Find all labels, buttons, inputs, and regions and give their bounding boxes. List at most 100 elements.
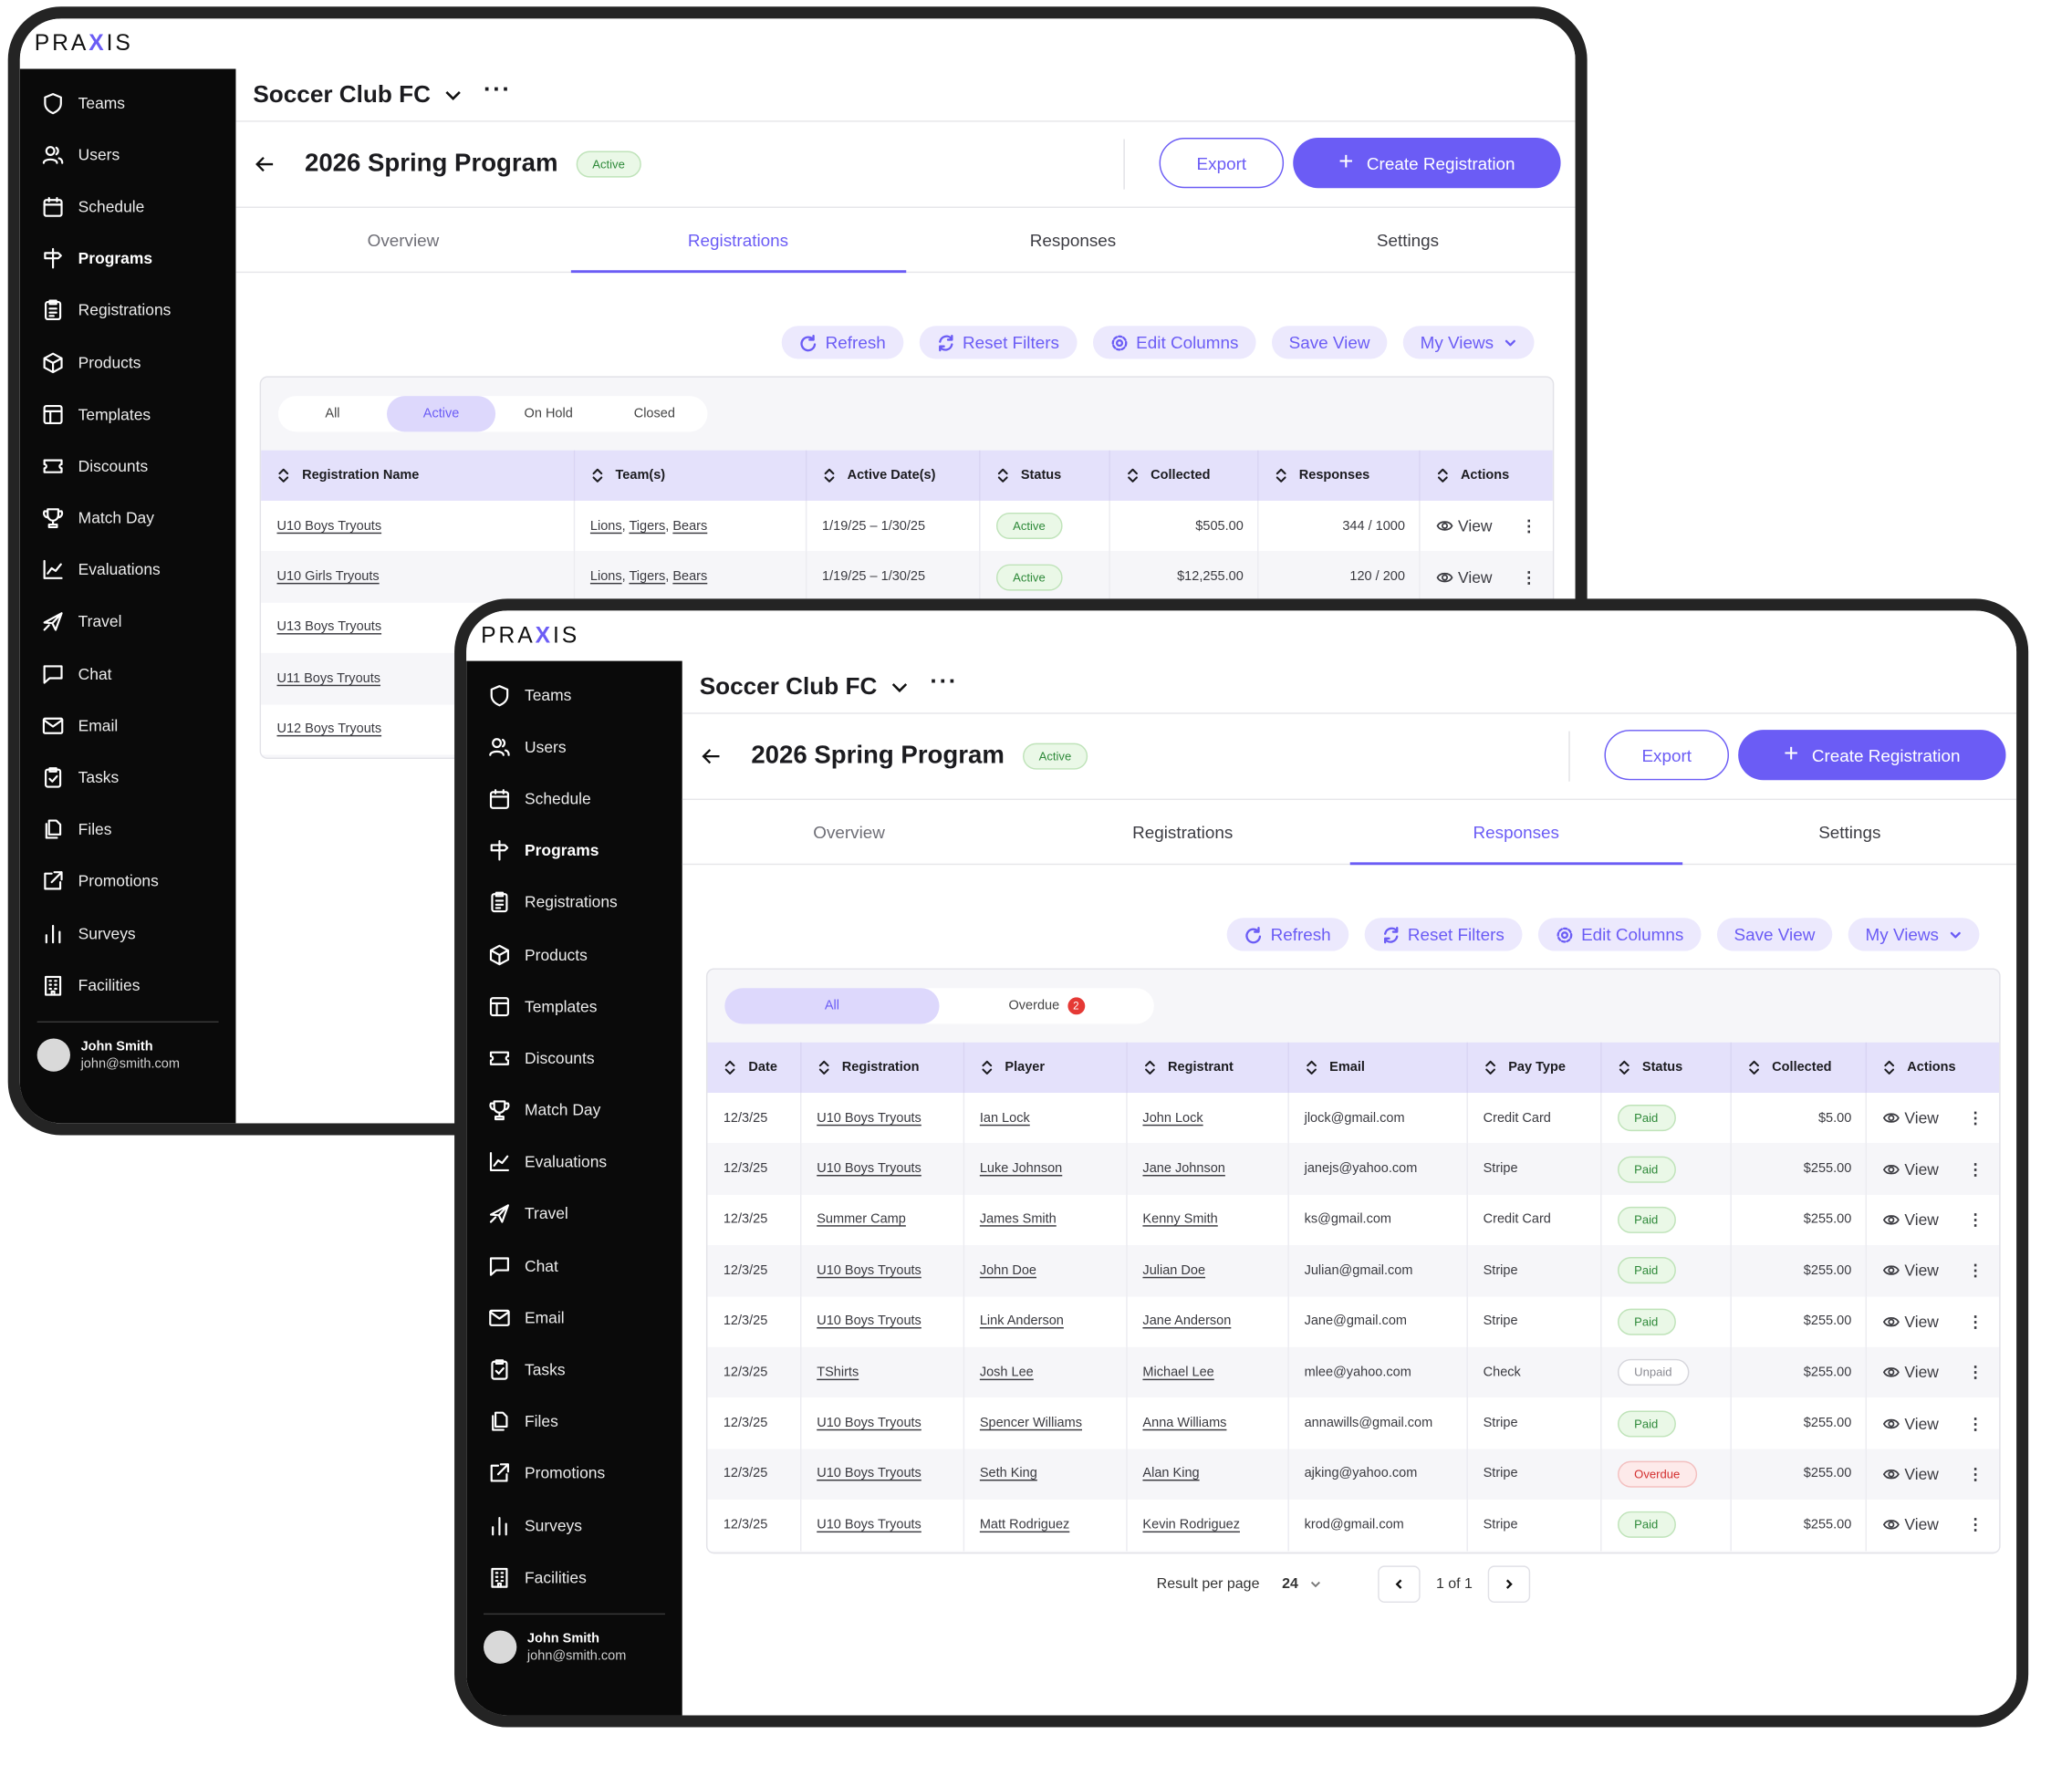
column-header-status[interactable]: Status: [979, 450, 1110, 501]
export-button[interactable]: Export: [1604, 730, 1729, 781]
more-icon[interactable]: ···: [930, 668, 957, 695]
sidebar-item-tasks[interactable]: Tasks: [466, 1344, 682, 1396]
sidebar-item-email[interactable]: Email: [466, 1292, 682, 1344]
column-header-responses[interactable]: Responses: [1257, 450, 1420, 501]
sidebar-item-match-day[interactable]: Match Day: [20, 492, 236, 544]
sidebar-item-tasks[interactable]: Tasks: [20, 752, 236, 804]
registration-link[interactable]: U10 Boys Tryouts: [800, 1295, 964, 1347]
sidebar-item-teams[interactable]: Teams: [466, 669, 682, 721]
registrant-link[interactable]: John Lock: [1126, 1092, 1289, 1144]
sidebar-item-schedule[interactable]: Schedule: [466, 773, 682, 825]
more-vertical-icon[interactable]: ⋮: [1521, 567, 1536, 586]
sidebar-item-promotions[interactable]: Promotions: [20, 856, 236, 908]
more-vertical-icon[interactable]: ⋮: [1967, 1313, 1983, 1331]
column-header-collected[interactable]: Collected: [1730, 1042, 1867, 1093]
save-view-button[interactable]: Save View: [1716, 918, 1833, 951]
user-profile[interactable]: John Smith john@smith.com: [20, 1023, 236, 1073]
tab-registrations[interactable]: Registrations: [570, 208, 906, 274]
tab-settings[interactable]: Settings: [1683, 800, 2017, 864]
player-link[interactable]: John Doe: [963, 1245, 1128, 1296]
view-button[interactable]: View: [1882, 1210, 1939, 1230]
sidebar-item-surveys[interactable]: Surveys: [20, 908, 236, 960]
sidebar-item-travel[interactable]: Travel: [466, 1188, 682, 1240]
sort-icon[interactable]: [1126, 468, 1140, 483]
registrant-link[interactable]: Julian Doe: [1126, 1245, 1289, 1296]
registration-link[interactable]: Summer Camp: [800, 1194, 964, 1246]
sidebar-item-chat[interactable]: Chat: [466, 1240, 682, 1292]
filter-active[interactable]: Active: [387, 396, 496, 432]
sort-icon[interactable]: [980, 1060, 994, 1075]
sort-icon[interactable]: [817, 1060, 830, 1075]
filter-on-hold[interactable]: On Hold: [495, 396, 601, 431]
column-header-status[interactable]: Status: [1600, 1042, 1732, 1093]
registration-link[interactable]: U10 Boys Tryouts: [800, 1397, 964, 1449]
sidebar-item-evaluations[interactable]: Evaluations: [466, 1136, 682, 1188]
player-link[interactable]: Seth King: [963, 1449, 1128, 1500]
view-button[interactable]: View: [1882, 1465, 1939, 1483]
column-header-actions[interactable]: Actions: [1866, 1043, 2000, 1093]
team-link[interactable]: Bears: [672, 519, 707, 534]
sidebar-item-products[interactable]: Products: [20, 337, 236, 389]
registration-name[interactable]: U10 Boys Tryouts: [261, 500, 575, 552]
sidebar-item-facilities[interactable]: Facilities: [20, 960, 236, 1012]
view-button[interactable]: View: [1882, 1516, 1939, 1534]
more-vertical-icon[interactable]: ⋮: [1967, 1516, 1983, 1534]
player-link[interactable]: Luke Johnson: [963, 1143, 1128, 1195]
team-link[interactable]: Bears: [672, 570, 707, 585]
sidebar-item-travel[interactable]: Travel: [20, 596, 236, 648]
team-link[interactable]: Lions: [590, 519, 622, 534]
tab-responses[interactable]: Responses: [1348, 800, 1683, 866]
create-registration-button[interactable]: + Create Registration: [1738, 730, 2006, 781]
team-link[interactable]: Tigers: [629, 519, 665, 534]
column-header-date[interactable]: Date: [707, 1042, 801, 1093]
sidebar-item-promotions[interactable]: Promotions: [466, 1448, 682, 1500]
sidebar-item-surveys[interactable]: Surveys: [466, 1500, 682, 1552]
view-button[interactable]: View: [1882, 1159, 1939, 1179]
column-header-player[interactable]: Player: [963, 1042, 1128, 1093]
team-link[interactable]: Tigers: [629, 570, 665, 585]
sort-icon[interactable]: [1435, 468, 1449, 483]
tab-registrations[interactable]: Registrations: [1015, 800, 1349, 864]
sidebar-item-match-day[interactable]: Match Day: [466, 1085, 682, 1137]
view-button[interactable]: View: [1435, 567, 1492, 587]
column-header-email[interactable]: Email: [1287, 1042, 1468, 1093]
chevron-down-icon[interactable]: [1309, 1577, 1323, 1591]
more-vertical-icon[interactable]: ⋮: [1967, 1414, 1983, 1432]
sidebar-item-teams[interactable]: Teams: [20, 77, 236, 129]
my-views-button[interactable]: My Views: [1402, 326, 1536, 359]
create-registration-button[interactable]: + Create Registration: [1293, 138, 1561, 189]
registration-name[interactable]: U10 Girls Tryouts: [261, 551, 575, 603]
sort-icon[interactable]: [1747, 1060, 1761, 1075]
back-arrow-icon[interactable]: [701, 746, 722, 767]
filter-closed[interactable]: Closed: [601, 396, 707, 431]
more-vertical-icon[interactable]: ⋮: [1967, 1210, 1983, 1229]
sort-icon[interactable]: [590, 468, 604, 483]
next-page-button[interactable]: [1488, 1565, 1531, 1604]
user-profile[interactable]: John Smith john@smith.com: [466, 1615, 682, 1665]
registration-link[interactable]: TShirts: [800, 1346, 964, 1398]
chevron-down-icon[interactable]: [890, 678, 909, 696]
registration-link[interactable]: U10 Boys Tryouts: [800, 1449, 964, 1500]
per-page-select[interactable]: 24: [1282, 1576, 1298, 1592]
column-header-team-s[interactable]: Team(s): [573, 450, 807, 501]
registration-link[interactable]: U10 Boys Tryouts: [800, 1143, 964, 1195]
filter-overdue[interactable]: Overdue 2: [940, 988, 1154, 1023]
sidebar-item-templates[interactable]: Templates: [466, 981, 682, 1033]
export-button[interactable]: Export: [1159, 138, 1285, 189]
sort-icon[interactable]: [1142, 1060, 1156, 1075]
player-link[interactable]: Spencer Williams: [963, 1397, 1128, 1449]
sort-icon[interactable]: [724, 1060, 737, 1075]
refresh-button[interactable]: Refresh: [1226, 918, 1348, 951]
registrant-link[interactable]: Jane Anderson: [1126, 1295, 1289, 1347]
view-button[interactable]: View: [1882, 1313, 1939, 1331]
sidebar-item-discounts[interactable]: Discounts: [466, 1033, 682, 1085]
registrant-link[interactable]: Kevin Rodriguez: [1126, 1499, 1289, 1551]
more-vertical-icon[interactable]: ⋮: [1967, 1363, 1983, 1381]
player-link[interactable]: Link Anderson: [963, 1295, 1128, 1347]
sidebar-item-users[interactable]: Users: [20, 129, 236, 181]
tab-responses[interactable]: Responses: [906, 208, 1241, 272]
registration-link[interactable]: U10 Boys Tryouts: [800, 1499, 964, 1551]
sidebar-item-schedule[interactable]: Schedule: [20, 181, 236, 233]
more-icon[interactable]: ···: [484, 76, 511, 103]
reset-filters-button[interactable]: Reset Filters: [919, 326, 1077, 359]
